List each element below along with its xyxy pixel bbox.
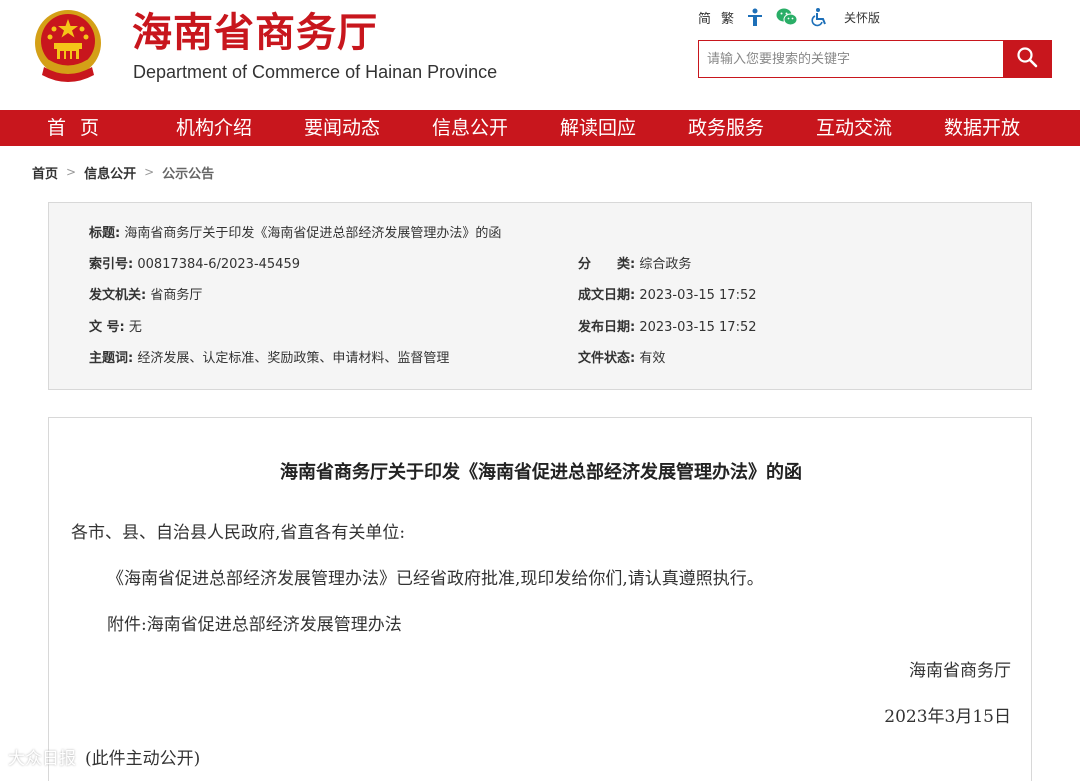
nav-item-about[interactable]: 机构介绍 [150,110,278,146]
search-button[interactable] [1003,41,1051,77]
search-input[interactable] [699,41,1003,77]
breadcrumb-current[interactable]: 公示公告 [162,163,214,182]
meta-index-label: 索引号: [89,257,134,272]
meta-issuer-label: 发文机关: [89,288,147,303]
nav-item-interpretation[interactable]: 解读回应 [534,110,662,146]
document-title: 海南省商务厅关于印发《海南省促进总部经济发展管理办法》的函 [280,462,802,483]
simplified-chinese-link[interactable]: 简 [698,8,711,27]
breadcrumb-home[interactable]: 首页 [32,163,58,182]
meta-doc-no-row: 文 号: 无 [89,318,142,338]
breadcrumb-separator: > [66,165,77,179]
meta-date-pub-row: 发布日期: 2023-03-15 17:52 [578,318,757,338]
meta-doc-no-label: 文 号: [89,320,125,335]
wechat-icon[interactable] [776,6,798,28]
care-mode-link[interactable]: 关怀版 [844,9,880,26]
meta-status-row: 文件状态: 有效 [578,349,665,369]
meta-keywords-label: 主题词: [89,351,134,366]
document-content: 海南省商务厅关于印发《海南省促进总部经济发展管理办法》的函 各市、县、自治县人民… [48,417,1032,781]
search-bar [698,40,1052,78]
document-date: 2023年3月15日 [884,707,1011,727]
nav-item-interaction[interactable]: 互动交流 [790,110,918,146]
meta-title-row: 标题: 海南省商务厅关于印发《海南省促进总部经济发展管理办法》的函 [89,224,501,244]
nav-item-info-disclosure[interactable]: 信息公开 [406,110,534,146]
nav-item-home[interactable]: 首页 [0,110,150,146]
national-emblem-icon [30,5,106,85]
meta-date-pub-label: 发布日期: [578,320,636,335]
document-signature: 海南省商务厅 [909,661,1011,681]
meta-keywords-row: 主题词: 经济发展、认定标准、奖励政策、申请材料、监督管理 [89,349,449,369]
search-icon [1016,46,1038,72]
meta-date-pub-value: 2023-03-15 17:52 [639,320,757,335]
breadcrumb: 首页 > 信息公开 > 公示公告 [32,162,214,182]
meta-index-row: 索引号: 00817384-6/2023-45459 [89,255,300,275]
site-subtitle: Department of Commerce of Hainan Provinc… [133,62,498,82]
meta-title-value: 海南省商务厅关于印发《海南省促进总部经济发展管理办法》的函 [124,226,502,241]
meta-date-made-row: 成文日期: 2023-03-15 17:52 [578,286,757,306]
accessibility-person-icon[interactable] [744,6,766,28]
meta-issuer-value: 省商务厅 [150,288,203,303]
main-nav: 首页 机构介绍 要闻动态 信息公开 解读回应 政务服务 互动交流 数据开放 [0,110,1080,146]
meta-issuer-row: 发文机关: 省商务厅 [89,286,202,306]
meta-status-value: 有效 [639,351,666,366]
meta-title-label: 标题: [89,226,121,241]
document-disclosure: (此件主动公开) [85,749,201,769]
meta-index-value: 00817384-6/2023-45459 [137,257,300,272]
meta-date-made-value: 2023-03-15 17:52 [639,288,757,303]
nav-item-news[interactable]: 要闻动态 [278,110,406,146]
header: 海南省商务厅 Department of Commerce of Hainan … [0,0,1080,110]
meta-date-made-label: 成文日期: [578,288,636,303]
nav-item-services[interactable]: 政务服务 [662,110,790,146]
site-title[interactable]: 海南省商务厅 [132,10,378,56]
document-body: 《海南省促进总部经济发展管理办法》已经省政府批准,现印发给你们,请认真遵照执行。 [107,569,764,589]
meta-doc-no-value: 无 [128,320,142,335]
nav-item-open-data[interactable]: 数据开放 [918,110,1046,146]
document-salutation: 各市、县、自治县人民政府,省直各有关单位: [71,523,406,543]
meta-category-label: 分 类: [578,257,636,272]
document-meta-box: 标题: 海南省商务厅关于印发《海南省促进总部经济发展管理办法》的函 索引号: 0… [48,202,1032,390]
breadcrumb-info-disclosure[interactable]: 信息公开 [84,163,136,182]
breadcrumb-separator: > [144,165,155,179]
meta-keywords-value: 经济发展、认定标准、奖励政策、申请材料、监督管理 [137,351,450,366]
meta-category-value: 综合政务 [639,257,692,272]
meta-status-label: 文件状态: [578,351,636,366]
watermark: 大众日报 [8,749,76,769]
top-links: 简 繁 关怀版 [698,6,890,28]
traditional-chinese-link[interactable]: 繁 [721,8,734,27]
document-attachment[interactable]: 附件:海南省促进总部经济发展管理办法 [107,614,402,636]
meta-category-row: 分 类: 综合政务 [578,255,691,275]
wheelchair-icon[interactable] [808,6,830,28]
